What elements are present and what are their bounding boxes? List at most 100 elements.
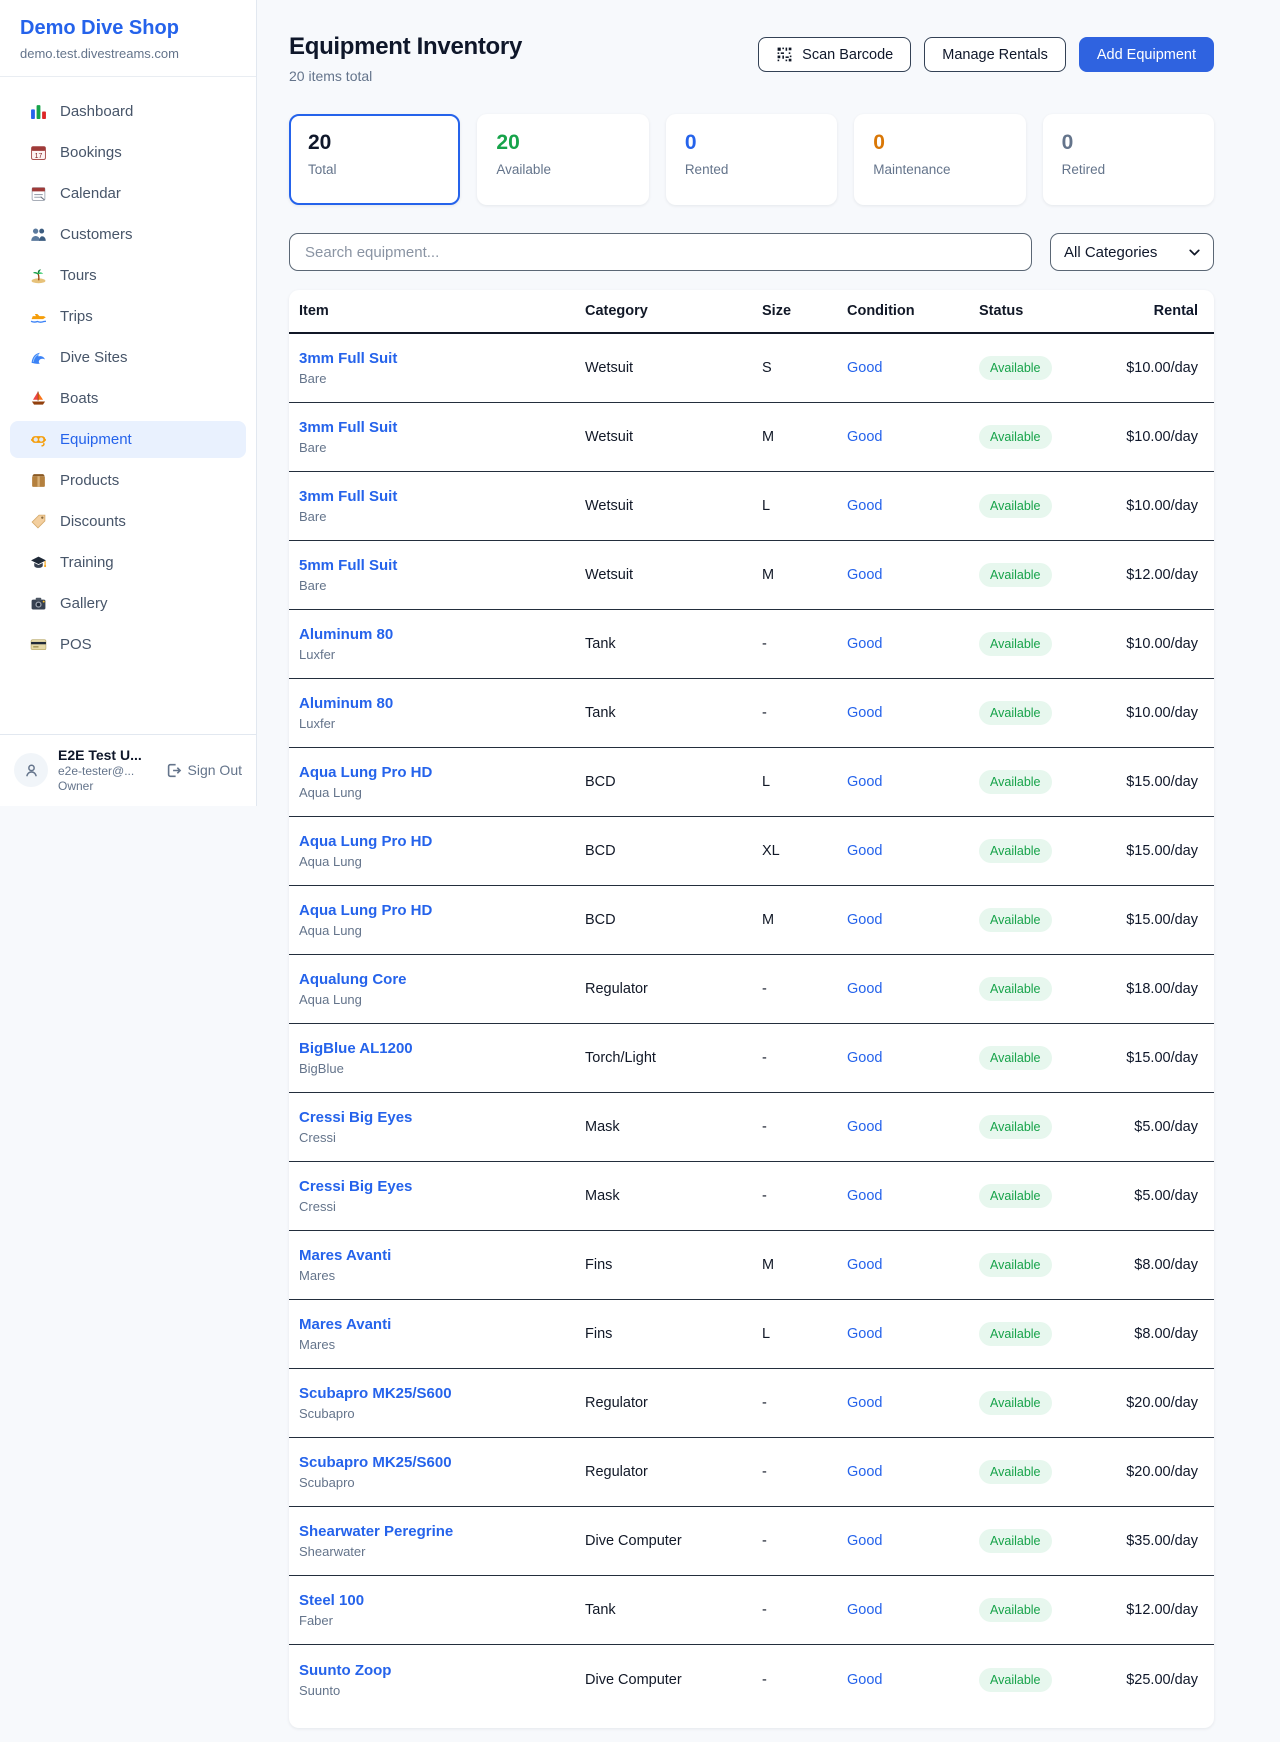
item-name-link[interactable]: Mares Avanti [299,1247,583,1264]
item-brand: Aqua Lung [299,854,583,869]
condition-link[interactable]: Good [847,1464,882,1480]
status-badge: Available [979,1322,1052,1346]
item-name-link[interactable]: Scubapro MK25/S600 [299,1454,583,1471]
stat-card-rented[interactable]: 0Rented [666,114,837,205]
sidebar-item-label: Training [60,554,114,571]
item-name-link[interactable]: Cressi Big Eyes [299,1109,583,1126]
item-brand: Faber [299,1613,583,1628]
sidebar-item-discounts[interactable]: Discounts [10,503,246,540]
status-cell: Available [977,632,1109,656]
rental-cell: $15.00/day [1109,774,1198,790]
page-title: Equipment Inventory [289,33,522,61]
item-name-link[interactable]: 3mm Full Suit [299,350,583,367]
rental-cell: $10.00/day [1109,360,1198,376]
sidebar-item-tours[interactable]: Tours [10,257,246,294]
chevron-down-icon [1186,244,1203,261]
item-name-link[interactable]: BigBlue AL1200 [299,1040,583,1057]
condition-cell: Good [845,912,977,928]
condition-link[interactable]: Good [847,1257,882,1273]
sidebar-item-customers[interactable]: Customers [10,216,246,253]
item-name-link[interactable]: Aluminum 80 [299,695,583,712]
status-badge: Available [979,425,1052,449]
stat-card-available[interactable]: 20Available [477,114,648,205]
avatar [14,753,48,787]
condition-link[interactable]: Good [847,1119,882,1135]
condition-link[interactable]: Good [847,1050,882,1066]
search-input[interactable] [289,233,1032,271]
condition-link[interactable]: Good [847,774,882,790]
sidebar-item-calendar[interactable]: Calendar [10,175,246,212]
item-cell: Cressi Big EyesCressi [297,1109,583,1145]
manage-rentals-button[interactable]: Manage Rentals [924,37,1066,72]
item-name-link[interactable]: Suunto Zoop [299,1662,583,1679]
condition-link[interactable]: Good [847,1326,882,1342]
sidebar-item-training[interactable]: Training [10,544,246,581]
table-row: 3mm Full SuitBareWetsuitLGoodAvailable$1… [289,472,1214,541]
item-name-link[interactable]: Scubapro MK25/S600 [299,1385,583,1402]
stat-card-maintenance[interactable]: 0Maintenance [854,114,1025,205]
condition-link[interactable]: Good [847,843,882,859]
stat-card-retired[interactable]: 0 Retired [1043,114,1214,205]
item-name-link[interactable]: Aqua Lung Pro HD [299,833,583,850]
condition-cell: Good [845,843,977,859]
condition-link[interactable]: Good [847,567,882,583]
item-name-link[interactable]: Aqualung Core [299,971,583,988]
item-name-link[interactable]: Cressi Big Eyes [299,1178,583,1195]
stat-card-total[interactable]: 20Total [289,114,460,205]
category-select[interactable]: All Categories [1050,233,1214,271]
stat-label: Retired [1062,162,1195,177]
category-cell: BCD [583,912,760,928]
condition-link[interactable]: Good [847,429,882,445]
sidebar-item-dashboard[interactable]: Dashboard [10,93,246,130]
sidebar-item-boats[interactable]: Boats [10,380,246,417]
item-name-link[interactable]: Aqua Lung Pro HD [299,902,583,919]
item-name-link[interactable]: Steel 100 [299,1592,583,1609]
rental-cell: $15.00/day [1109,912,1198,928]
sign-out-button[interactable]: Sign Out [165,762,242,779]
item-name-link[interactable]: Mares Avanti [299,1316,583,1333]
item-cell: Aqua Lung Pro HD Aqua Lung [297,833,583,869]
sidebar-item-label: Boats [60,390,98,407]
brand-title[interactable]: Demo Dive Shop [20,17,236,40]
stat-value: 0 [1062,131,1195,155]
category-cell: Tank [583,636,760,652]
sidebar-item-pos[interactable]: POS [10,626,246,663]
scan-barcode-button[interactable]: Scan Barcode [758,37,911,72]
sidebar-item-dive-sites[interactable]: Dive Sites [10,339,246,376]
table-row: Aqualung CoreAqua LungRegulator-GoodAvai… [289,955,1214,1024]
condition-cell: Good [845,636,977,652]
item-name-link[interactable]: Aluminum 80 [299,626,583,643]
item-name-link[interactable]: Aqua Lung Pro HD [299,764,583,781]
sidebar-item-equipment[interactable]: Equipment [10,421,246,458]
status-badge: Available [979,1115,1052,1139]
category-cell: Torch/Light [583,1050,760,1066]
condition-link[interactable]: Good [847,1672,882,1688]
condition-link[interactable]: Good [847,1602,882,1618]
condition-link[interactable]: Good [847,498,882,514]
sidebar-item-products[interactable]: Products [10,462,246,499]
status-cell: Available [977,1046,1109,1070]
sidebar-item-trips[interactable]: Trips [10,298,246,335]
condition-link[interactable]: Good [847,360,882,376]
condition-link[interactable]: Good [847,636,882,652]
condition-link[interactable]: Good [847,1395,882,1411]
condition-link[interactable]: Good [847,1188,882,1204]
condition-link[interactable]: Good [847,912,882,928]
add-equipment-button[interactable]: Add Equipment [1079,37,1214,72]
item-name-link[interactable]: 3mm Full Suit [299,488,583,505]
column-header-item: Item [297,303,583,319]
item-name-link[interactable]: 5mm Full Suit [299,557,583,574]
item-brand: Scubapro [299,1475,583,1490]
condition-link[interactable]: Good [847,981,882,997]
condition-cell: Good [845,498,977,514]
item-name-link[interactable]: Shearwater Peregrine [299,1523,583,1540]
sidebar-item-gallery[interactable]: Gallery [10,585,246,622]
status-badge: Available [979,1668,1052,1692]
boats-icon [30,390,47,407]
condition-link[interactable]: Good [847,705,882,721]
condition-link[interactable]: Good [847,1533,882,1549]
item-brand: Mares [299,1337,583,1352]
barcode-icon [776,46,793,63]
sidebar-item-bookings[interactable]: 17Bookings [10,134,246,171]
item-name-link[interactable]: 3mm Full Suit [299,419,583,436]
